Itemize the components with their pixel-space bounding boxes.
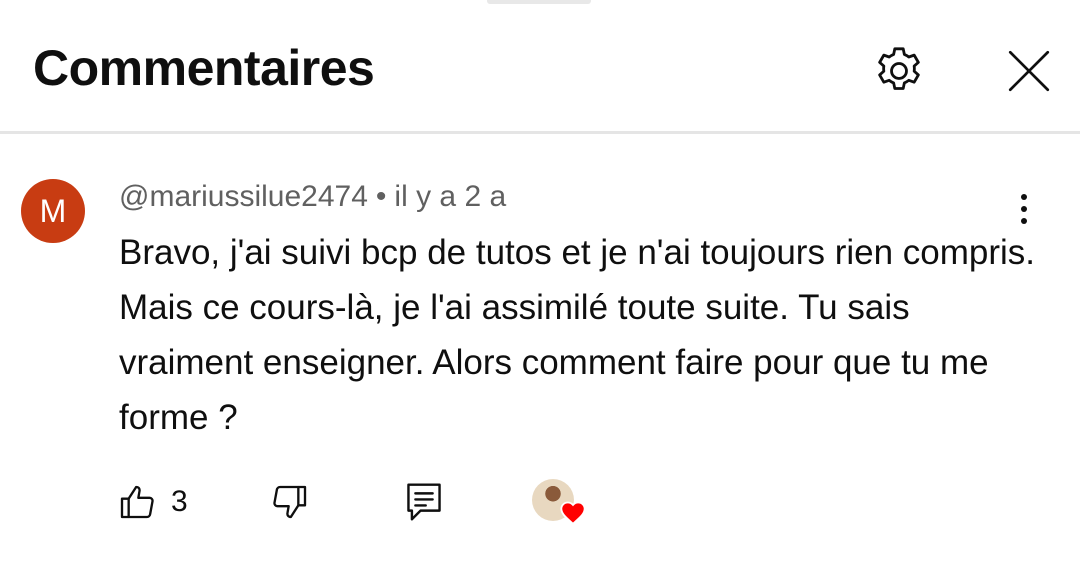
comment-time: il y a 2 a bbox=[394, 180, 507, 213]
comment-text: Bravo, j'ai suivi bcp de tutos et je n'a… bbox=[119, 233, 1036, 437]
like-count: 3 bbox=[171, 485, 188, 518]
close-button[interactable] bbox=[996, 38, 1062, 104]
comment-item: M @mariussilue2474 • il y a 2 a Bravo, j'a… bbox=[0, 137, 1080, 565]
heart-icon bbox=[560, 501, 586, 526]
gear-icon bbox=[878, 47, 920, 90]
thumb-up-icon bbox=[120, 485, 154, 519]
reply-button[interactable] bbox=[402, 477, 446, 527]
reply-icon bbox=[407, 483, 441, 521]
thumb-down-icon bbox=[273, 485, 307, 519]
avatar-letter: M bbox=[39, 192, 67, 229]
panel-header: Commentaires bbox=[0, 0, 1080, 134]
panel-title: Commentaires bbox=[33, 40, 375, 96]
more-vert-icon bbox=[1021, 194, 1027, 224]
close-icon bbox=[1008, 50, 1050, 92]
meta-separator: • bbox=[375, 180, 387, 213]
comment-actions: 3 bbox=[0, 477, 1080, 527]
comment-meta: @mariussilue2474 • il y a 2 a bbox=[119, 179, 506, 215]
dislike-button[interactable] bbox=[268, 477, 312, 527]
comments-panel: Commentaires M @mariussilue2474 • il y a 2… bbox=[0, 0, 1080, 565]
comment-author[interactable]: @mariussilue2474 bbox=[119, 180, 368, 213]
avatar[interactable]: M bbox=[21, 179, 85, 243]
like-button[interactable]: 3 bbox=[117, 477, 188, 527]
settings-button[interactable] bbox=[866, 38, 932, 104]
creator-heart bbox=[532, 477, 588, 529]
